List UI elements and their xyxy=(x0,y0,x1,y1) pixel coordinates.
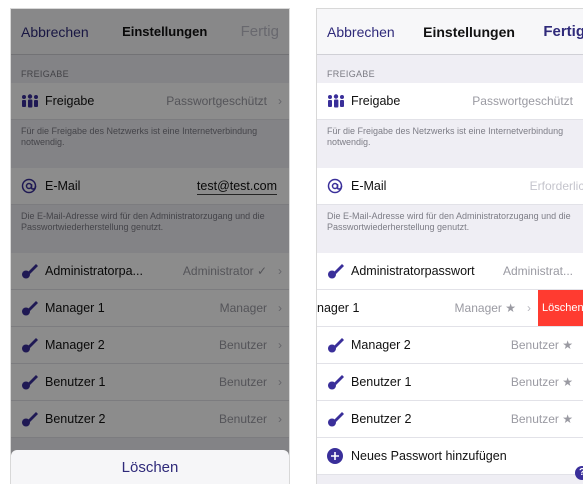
page-title: Einstellungen xyxy=(423,23,515,40)
password-label: Administratorpasswort xyxy=(351,264,475,278)
cancel-button[interactable]: Abbrechen xyxy=(327,24,395,40)
password-label: nager 1 xyxy=(317,301,360,315)
password-row-user-1[interactable]: Benutzer 1 Benutzer ★ › xyxy=(317,364,583,401)
at-icon xyxy=(327,178,351,194)
sharing-note: Für die Freigabe des Netzwerks ist eine … xyxy=(327,126,564,147)
chevron-right-icon: › xyxy=(577,412,583,426)
password-label: Manager 2 xyxy=(351,338,411,352)
sharing-value: Passwortgeschützt xyxy=(472,94,573,108)
key-icon xyxy=(327,336,351,354)
nav-bar: Abbrechen Einstellungen Fertig xyxy=(317,9,583,55)
key-icon xyxy=(327,373,351,391)
people-icon xyxy=(327,94,351,108)
sharing-row[interactable]: Freigabe Passwortgeschützt › xyxy=(317,83,583,120)
password-row-manager-2[interactable]: Manager 2 Benutzer ★ › xyxy=(317,327,583,364)
add-password-row[interactable]: Neues Passwort hinzufügen › xyxy=(317,438,583,475)
done-button[interactable]: Fertig xyxy=(543,23,583,40)
email-input[interactable]: Erforderlich xyxy=(530,179,583,193)
password-row-manager-1[interactable]: nager 1 Manager ★ › Löschen xyxy=(317,290,583,327)
left-screen: Abbrechen Einstellungen Fertig FREIGABE … xyxy=(10,8,290,484)
sharing-label: Freigabe xyxy=(351,94,401,108)
key-icon xyxy=(327,410,351,428)
chevron-right-icon: › xyxy=(527,301,531,315)
password-role: Benutzer ★ xyxy=(510,412,573,426)
chevron-right-icon: › xyxy=(577,94,583,108)
section-header: FREIGABE xyxy=(327,69,375,79)
password-label: Benutzer 2 xyxy=(351,412,412,426)
password-role: Benutzer ★ xyxy=(510,375,573,389)
help-icon[interactable]: ? xyxy=(575,466,583,480)
chevron-right-icon: › xyxy=(577,338,583,352)
password-role: Administrat... xyxy=(502,264,573,278)
chevron-right-icon: › xyxy=(577,264,583,278)
password-role: Benutzer ★ xyxy=(510,338,573,352)
plus-circle-icon xyxy=(327,448,351,464)
right-screen: Abbrechen Einstellungen Fertig FREIGABE … xyxy=(316,8,583,484)
add-password-label: Neues Passwort hinzufügen xyxy=(351,449,507,463)
password-label: Benutzer 1 xyxy=(351,375,412,389)
dim-overlay[interactable] xyxy=(11,9,289,484)
password-row-admin[interactable]: Administratorpasswort Administrat... › xyxy=(317,253,583,290)
email-label: E-Mail xyxy=(351,179,387,193)
email-note: Die E-Mail-Adresse wird für den Administ… xyxy=(327,211,571,232)
delete-button[interactable]: Löschen xyxy=(538,290,583,326)
password-role: Manager ★ xyxy=(454,301,516,315)
email-row[interactable]: E-Mail Erforderlich xyxy=(317,168,583,205)
chevron-right-icon: › xyxy=(577,375,583,389)
delete-sheet-button[interactable]: Löschen xyxy=(11,450,289,484)
chevron-right-icon: › xyxy=(577,449,583,463)
key-icon xyxy=(327,262,351,280)
password-row-user-2[interactable]: Benutzer 2 Benutzer ★ › xyxy=(317,401,583,438)
